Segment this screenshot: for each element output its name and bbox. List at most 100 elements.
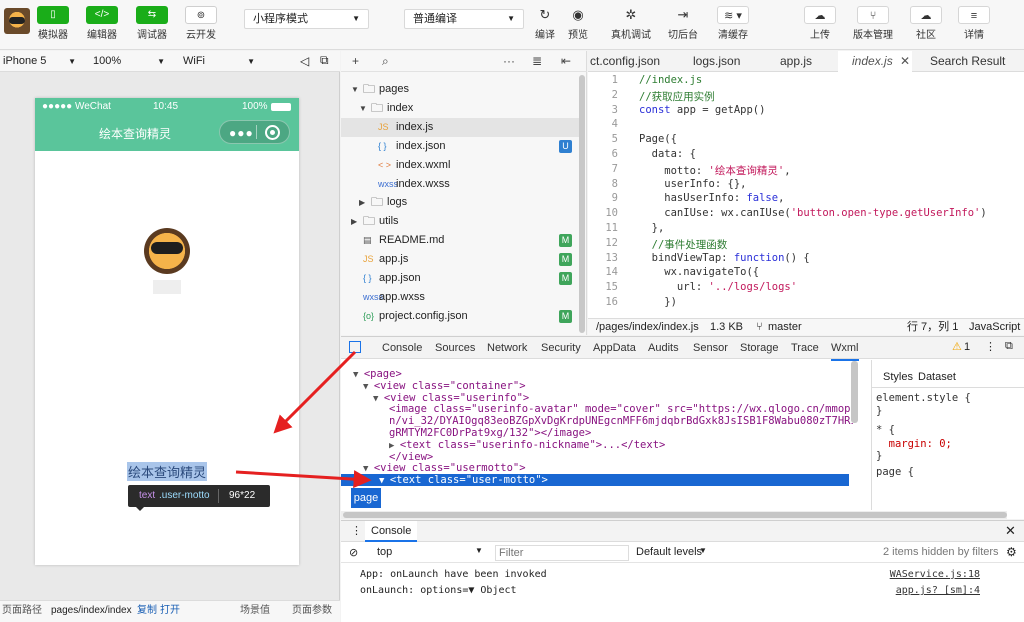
chevron-down-icon[interactable]: ▼: [353, 370, 364, 380]
code-line[interactable]: },: [639, 222, 665, 234]
code-line[interactable]: Page({: [639, 133, 677, 145]
tab-storage[interactable]: Storage: [740, 337, 779, 359]
details-button[interactable]: ≡ 详情: [952, 6, 996, 41]
tab-sensor[interactable]: Sensor: [693, 337, 728, 359]
wxml-node[interactable]: ▼ <page>: [353, 368, 402, 380]
tree-scrollbar[interactable]: [579, 75, 585, 333]
code-line[interactable]: }): [639, 296, 677, 308]
chevron-right-icon[interactable]: ▶: [359, 193, 365, 212]
style-rule-line[interactable]: margin: 0;: [876, 438, 952, 450]
chevron-down-icon[interactable]: ▼: [351, 80, 359, 99]
source-link[interactable]: WAService.js:18: [890, 569, 980, 580]
wxml-node[interactable]: </view>: [389, 451, 433, 463]
simulator-button[interactable]: ▯ 模拟器: [37, 6, 69, 41]
tree-item[interactable]: ▤ README.md M: [341, 231, 579, 250]
tree-item[interactable]: ▶ 🗀 logs: [341, 193, 579, 212]
sort-icon[interactable]: ≣: [532, 54, 542, 68]
tree-item[interactable]: ▼ 🗀 index: [341, 99, 579, 118]
cloud-button[interactable]: ⊚ 云开发: [185, 6, 217, 41]
gear-icon[interactable]: ⚙: [1006, 545, 1017, 559]
kebab-menu-icon[interactable]: ⋮: [985, 340, 996, 353]
tree-item[interactable]: ▼ 🗀 pages: [341, 80, 579, 99]
tab-network[interactable]: Network: [487, 337, 527, 359]
more-icon[interactable]: ···: [503, 54, 515, 68]
wxml-node[interactable]: ▼ <view class="container">: [363, 380, 526, 392]
user-motto-text[interactable]: 绘本查询精灵: [127, 462, 208, 481]
wxml-node[interactable]: <image class="userinfo-avatar" mode="cov…: [389, 403, 853, 415]
params-label[interactable]: 页面参数: [292, 601, 332, 621]
tab-security[interactable]: Security: [541, 337, 581, 359]
wxml-node[interactable]: n/vi_32/DYAIOgq83eoBZGpXvDgKrdpUNEgcnMFF…: [389, 415, 853, 427]
more-dots-icon[interactable]: ●●●: [229, 126, 254, 140]
clear-console-icon[interactable]: ⊘: [349, 546, 358, 559]
tab-dataset[interactable]: Dataset: [918, 371, 956, 383]
selected-node[interactable]: ▼ <text class="user-motto">: [341, 474, 849, 487]
community-button[interactable]: ☁ 社区: [904, 6, 948, 41]
tree-item[interactable]: JS app.js M: [341, 250, 579, 269]
breadcrumb-page[interactable]: page: [351, 488, 381, 508]
tree-item[interactable]: { } app.json M: [341, 269, 579, 288]
code-line[interactable]: bindViewTap: function() {: [639, 252, 810, 264]
chevron-right-icon[interactable]: ▶: [389, 441, 400, 451]
tree-item[interactable]: JS index.js: [341, 117, 579, 137]
code-line[interactable]: canIUse: wx.canIUse('button.open-type.ge…: [639, 207, 986, 219]
code-line[interactable]: wx.navigateTo({: [639, 266, 759, 278]
upload-button[interactable]: ☁ 上传: [798, 6, 842, 41]
wxml-node[interactable]: ▼ <view class="userinfo">: [373, 392, 529, 404]
tab-wxml[interactable]: Wxml: [831, 337, 859, 361]
inspect-icon[interactable]: [349, 341, 361, 353]
chevron-down-icon[interactable]: ▼: [363, 382, 374, 392]
editor-button[interactable]: </> 编辑器: [86, 6, 118, 41]
filter-input[interactable]: [495, 545, 629, 561]
tab-console[interactable]: Console: [382, 337, 422, 359]
search-icon[interactable]: ⌕: [382, 54, 389, 69]
tab-styles[interactable]: Styles: [883, 371, 913, 383]
capsule-menu[interactable]: ●●●: [219, 120, 290, 144]
wxml-scrollbar[interactable]: [851, 361, 858, 423]
network-select[interactable]: WiFi ▼: [183, 54, 255, 69]
code-line[interactable]: userInfo: {},: [639, 178, 746, 190]
chevron-down-icon[interactable]: ▼: [359, 99, 367, 118]
popout-icon[interactable]: ⧉: [320, 53, 329, 68]
zoom-select[interactable]: 100% ▼: [93, 54, 165, 69]
context-value[interactable]: top: [377, 546, 392, 558]
warning-icon[interactable]: ⚠: [952, 340, 962, 353]
tab-appdata[interactable]: AppData: [593, 337, 636, 359]
open-link[interactable]: 打开: [160, 601, 180, 621]
tree-item[interactable]: {o} project.config.json M: [341, 307, 579, 326]
tree-item[interactable]: < > index.wxml: [341, 156, 579, 175]
tab-sources[interactable]: Sources: [435, 337, 475, 359]
mode-select[interactable]: 小程序模式 ▼: [244, 9, 369, 29]
kebab-menu-icon[interactable]: ⋮: [351, 524, 362, 537]
tree-item[interactable]: { } index.json U: [341, 137, 579, 156]
close-icon[interactable]: ✕: [1005, 523, 1016, 539]
horizontal-scrollbar[interactable]: [341, 511, 1007, 519]
clear-cache-button[interactable]: ≋ ▾ 清缓存: [711, 6, 755, 41]
cursor-position[interactable]: 行 7，列 1: [907, 319, 958, 335]
scene-label[interactable]: 场景值: [240, 601, 270, 621]
code-area[interactable]: 1 //index.js 2 //获取应用实例 3 const app = getApp(…: [588, 73, 1024, 318]
wxml-node[interactable]: gRMTYM2FC0DrPat9xg/132"></image>: [389, 427, 591, 439]
chevron-down-icon[interactable]: ▼: [373, 394, 384, 404]
dock-icon[interactable]: ⧉: [1005, 340, 1013, 353]
volume-icon[interactable]: ◁: [300, 54, 309, 68]
code-line[interactable]: data: {: [639, 148, 696, 160]
tree-item[interactable]: ▶ 🗀 utils: [341, 212, 579, 231]
tab-audits[interactable]: Audits: [648, 337, 679, 359]
tab-project-config[interactable]: ct.config.json: [588, 51, 672, 72]
copy-link[interactable]: 复制: [137, 601, 157, 621]
chevron-down-icon[interactable]: ▼: [475, 546, 483, 555]
wxml-node[interactable]: ▶ <text class="userinfo-nickname">...</t…: [389, 439, 665, 451]
tab-search-result[interactable]: Search Result: [930, 51, 1024, 72]
code-line[interactable]: //事件处理函数: [639, 237, 728, 252]
collapse-icon[interactable]: ⇤: [561, 54, 571, 68]
wxml-tree[interactable]: ▼ <page> ▼ <view class="container"> ▼ <vie…: [341, 360, 853, 512]
chevron-down-icon[interactable]: ▼: [699, 546, 707, 555]
tab-app-js[interactable]: app.js: [780, 51, 820, 72]
code-line[interactable]: hasUserInfo: false,: [639, 192, 784, 204]
source-link[interactable]: app.js? [sm]:4: [896, 585, 980, 596]
git-branch[interactable]: master: [768, 319, 802, 335]
user-avatar[interactable]: [4, 8, 30, 34]
background-button[interactable]: ⇥ 切后台: [661, 6, 705, 41]
code-line[interactable]: //获取应用实例: [639, 89, 715, 104]
